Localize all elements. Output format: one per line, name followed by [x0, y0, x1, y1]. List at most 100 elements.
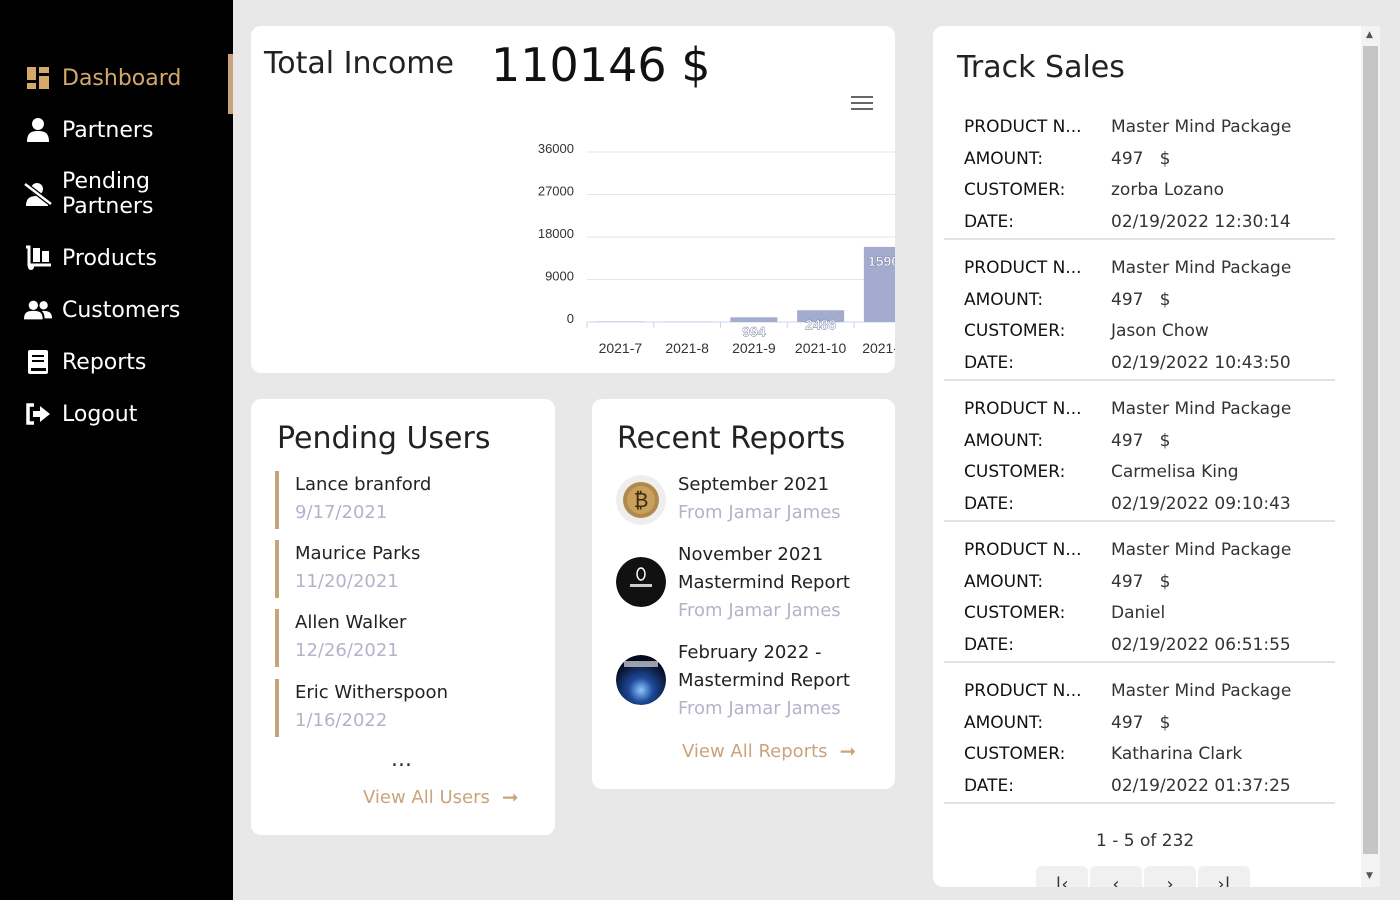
- sale-row-amount: AMOUNT: 497 $: [964, 713, 1335, 737]
- sale-label-product: PRODUCT N...: [964, 681, 1082, 701]
- y-tick-label: 27000: [538, 184, 574, 199]
- sales-scrollbar[interactable]: ▲ ▼: [1361, 26, 1380, 887]
- pending-user-date: 11/20/2021: [295, 571, 399, 592]
- pending-user-item[interactable]: Lance branford 9/17/2021: [275, 471, 535, 529]
- sidebar-item-label: Pending Partners: [62, 169, 154, 219]
- bar-data-label: 994: [742, 323, 766, 339]
- bitcoin-thumbnail: ₿: [616, 475, 666, 525]
- view-all-users-label: View All Users: [363, 786, 490, 808]
- scroll-thumb[interactable]: [1363, 46, 1378, 854]
- sale-item: PRODUCT N... Master Mind Package AMOUNT: 49…: [944, 522, 1335, 663]
- sale-value-product: Master Mind Package: [1111, 399, 1292, 419]
- sale-label-customer: CUSTOMER:: [964, 462, 1066, 482]
- x-tick-label: 2021-10: [795, 340, 847, 356]
- sale-row-date: DATE: 02/19/2022 01:37:25: [964, 776, 1335, 800]
- sidebar-item-pending-partners[interactable]: Pending Partners: [0, 156, 233, 232]
- sale-row-product: PRODUCT N... Master Mind Package: [964, 399, 1335, 423]
- sidebar-item-products[interactable]: Products: [0, 232, 233, 284]
- sale-value-product: Master Mind Package: [1111, 540, 1292, 560]
- galaxy-thumbnail: [616, 655, 666, 705]
- svg-text:₿: ₿: [634, 488, 649, 512]
- pending-user-date: 9/17/2021: [295, 502, 388, 523]
- income-card: Total Income 110146 $ 36000 27000 18000 900…: [251, 26, 895, 373]
- report-text: February 2022 - Mastermind Report From J…: [678, 639, 878, 723]
- sale-value-amount: 497 $: [1111, 430, 1171, 451]
- dolly-icon: [24, 244, 52, 272]
- x-tick-label: 2021-8: [665, 340, 709, 356]
- sale-value-customer: Katharina Clark: [1111, 744, 1243, 764]
- user-icon: [24, 116, 52, 144]
- previous-page-button[interactable]: ‹: [1090, 866, 1142, 887]
- bar-data-label: 15904: [868, 253, 895, 269]
- pending-user-date: 12/26/2021: [295, 640, 399, 661]
- sale-value-product: Master Mind Package: [1111, 681, 1292, 701]
- report-author: From Jamar James: [678, 698, 841, 719]
- more-ellipsis: ...: [391, 747, 412, 772]
- sidebar-item-label: Partners: [62, 117, 154, 143]
- scroll-down-icon[interactable]: ▼: [1366, 871, 1373, 881]
- sign-out-icon: [24, 400, 52, 428]
- sale-row-amount: AMOUNT: 497 $: [964, 290, 1335, 314]
- sidebar-item-customers[interactable]: Customers: [0, 284, 233, 336]
- sale-row-customer: CUSTOMER: Carmelisa King: [964, 462, 1335, 486]
- sale-label-product: PRODUCT N...: [964, 540, 1082, 560]
- sidebar-item-logout[interactable]: Logout: [0, 388, 233, 440]
- pending-user-item[interactable]: Maurice Parks 11/20/2021: [275, 540, 535, 598]
- sale-row-amount: AMOUNT: 497 $: [964, 572, 1335, 596]
- sale-value-date: 02/19/2022 12:30:14: [1111, 211, 1291, 232]
- sale-label-date: DATE:: [964, 634, 1014, 655]
- report-author: From Jamar James: [678, 502, 841, 523]
- sidebar-nav: Dashboard Partners Pending Partners Prod…: [0, 52, 233, 440]
- sale-row-date: DATE: 02/19/2022 06:51:55: [964, 635, 1335, 659]
- first-page-button[interactable]: |‹: [1036, 866, 1088, 887]
- sale-label-amount: AMOUNT:: [964, 571, 1044, 592]
- sidebar-item-label: Products: [62, 245, 157, 271]
- sale-label-product: PRODUCT N...: [964, 117, 1082, 137]
- sale-value-date: 02/19/2022 06:51:55: [1111, 634, 1291, 655]
- sale-value-date: 02/19/2022 09:10:43: [1111, 493, 1291, 514]
- pending-user-item[interactable]: Allen Walker 12/26/2021: [275, 609, 535, 667]
- chart-bar: [730, 317, 778, 322]
- track-sales-card: Track Sales PRODUCT N... Master Mind Pack…: [933, 26, 1380, 887]
- sale-label-date: DATE:: [964, 775, 1014, 796]
- arrow-right-icon: ➞: [839, 739, 857, 763]
- pending-user-item[interactable]: Eric Witherspoon 1/16/2022: [275, 679, 535, 737]
- sidebar-item-dashboard[interactable]: Dashboard: [0, 52, 233, 114]
- sale-row-customer: CUSTOMER: zorba Lozano: [964, 180, 1335, 204]
- sidebar-item-partners[interactable]: Partners: [0, 104, 233, 156]
- sale-item: PRODUCT N... Master Mind Package AMOUNT: 49…: [944, 240, 1335, 381]
- bar-data-label: 2486: [805, 316, 836, 332]
- sidebar-item-reports[interactable]: Reports: [0, 336, 233, 388]
- sale-row-product: PRODUCT N... Master Mind Package: [964, 258, 1335, 282]
- sale-label-product: PRODUCT N...: [964, 399, 1082, 419]
- view-all-reports-label: View All Reports: [682, 740, 828, 762]
- sale-item: PRODUCT N... Master Mind Package AMOUNT: 49…: [944, 99, 1335, 240]
- sidebar-item-label: Customers: [62, 297, 181, 323]
- sale-row-date: DATE: 02/19/2022 10:43:50: [964, 353, 1335, 377]
- y-tick-label: 9000: [545, 269, 574, 284]
- sale-value-customer: zorba Lozano: [1111, 180, 1225, 200]
- pagination-buttons: |‹ ‹ › ›|: [1036, 866, 1252, 887]
- sale-row-date: DATE: 02/19/2022 12:30:14: [964, 212, 1335, 236]
- pending-user-name: Maurice Parks: [295, 543, 421, 564]
- pending-users-title: Pending Users: [277, 421, 491, 456]
- sale-value-amount: 497 $: [1111, 148, 1171, 169]
- report-title: November 2021 Mastermind Report: [678, 544, 850, 593]
- view-all-reports-link[interactable]: View All Reports ➞: [682, 739, 856, 763]
- users-icon: [24, 296, 52, 324]
- view-all-users-link[interactable]: View All Users ➞: [363, 785, 519, 809]
- sale-label-customer: CUSTOMER:: [964, 603, 1066, 623]
- sale-value-customer: Daniel: [1111, 603, 1166, 623]
- last-page-button[interactable]: ›|: [1198, 866, 1250, 887]
- next-page-button[interactable]: ›: [1144, 866, 1196, 887]
- x-tick-label: 2021-11: [862, 340, 895, 356]
- sale-value-customer: Carmelisa King: [1111, 462, 1239, 482]
- sale-row-date: DATE: 02/19/2022 09:10:43: [964, 494, 1335, 518]
- book-icon: [24, 348, 52, 376]
- y-tick-label: 36000: [538, 141, 574, 156]
- scroll-up-icon[interactable]: ▲: [1366, 30, 1373, 40]
- sale-label-customer: CUSTOMER:: [964, 321, 1066, 341]
- sidebar: Dashboard Partners Pending Partners Prod…: [0, 0, 233, 900]
- sale-row-product: PRODUCT N... Master Mind Package: [964, 681, 1335, 705]
- sale-row-amount: AMOUNT: 497 $: [964, 431, 1335, 455]
